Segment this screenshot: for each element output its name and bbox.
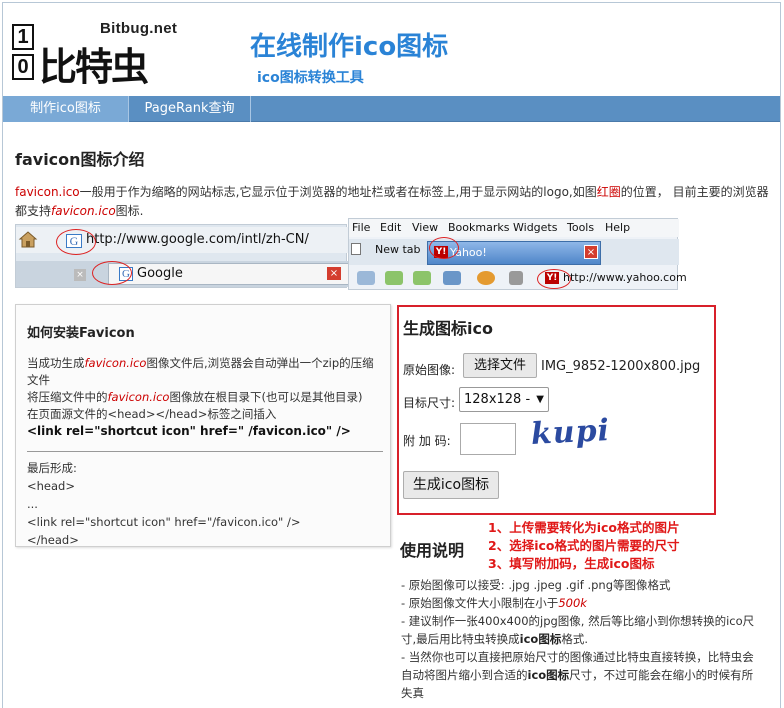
result-line: <head> — [27, 479, 75, 493]
install-title: 如何安装Favicon — [27, 326, 135, 341]
install-result: 最后形成: <head> ... <link rel="shortcut ico… — [27, 459, 383, 549]
size-label: 目标尺寸: — [403, 396, 456, 410]
toolbar: Y! http://www.yahoo.com — [349, 267, 687, 289]
install-steps: 当成功生成favicon.ico图像文件后,浏览器会自动弹出一个zip的压缩文件… — [27, 355, 383, 440]
note-1: - 原始图像可以接受: .jpg .jpeg .gif .png等图像格式 — [401, 578, 671, 592]
highlight-circle — [429, 237, 459, 259]
generator-panel: 生成图标ico 原始图像: 选择文件 IMG_9852-1200x800.jpg… — [397, 305, 716, 515]
install-term: favicon.ico — [84, 356, 147, 370]
menu-view: View — [412, 221, 439, 234]
intro-term: favicon.ico — [15, 185, 80, 199]
install-panel: 如何安装Favicon 当成功生成favicon.ico图像文件后,浏览器会自动… — [15, 304, 391, 547]
usage-title: 使用说明 — [400, 541, 465, 560]
wand-icon — [509, 271, 523, 285]
highlight-circle — [537, 269, 571, 289]
code-label: 附 加 码: — [403, 434, 451, 448]
usage-notes: - 原始图像可以接受: .jpg .jpeg .gif .png等图像格式 - … — [401, 576, 761, 702]
menu-file: File — [352, 221, 371, 234]
result-line: </head> — [27, 533, 79, 547]
note-size-limit: 500k — [558, 596, 587, 610]
source-label: 原始图像: — [403, 363, 456, 377]
google-tab: G Google × — [108, 263, 356, 285]
menu-bookmarks: Bookmarks — [448, 221, 510, 234]
result-label: 最后形成: — [27, 461, 77, 475]
close-icon: × — [584, 245, 598, 259]
file-name: IMG_9852-1200x800.jpg — [541, 359, 701, 374]
install-text: 将压缩文件中的 — [27, 390, 108, 404]
main-nav: 制作ico图标 PageRank查询 — [3, 96, 780, 122]
install-term: favicon.ico — [107, 390, 170, 404]
intro-term-2: favicon.ico — [51, 204, 116, 218]
fast-forward-icon — [443, 271, 461, 285]
home-icon — [18, 231, 38, 248]
intro-heading: favicon图标介绍 — [15, 150, 145, 169]
install-text: 图像放在根目录下(也可以是其他目录) — [169, 390, 363, 404]
intro-text: favicon.ico一般用于作为缩略的网站标志,它显示位于浏览器的地址栏或者在… — [15, 183, 770, 221]
site-logo[interactable]: 1 0 Bitbug.net 比特虫 — [12, 20, 184, 89]
menu-widgets: Widgets — [513, 221, 558, 234]
close-icon: × — [327, 267, 341, 280]
generator-title: 生成图标ico — [403, 319, 493, 338]
google-tab-title: Google — [137, 266, 183, 281]
intro-redcircle: 红圈 — [596, 185, 621, 199]
step-2: 2、选择ico格式的图片需要的尺寸 — [488, 538, 680, 553]
intro-text-1: 一般用于作为缩略的网站标志,它显示位于浏览器的地址栏或者在标签上,用于显示网站的… — [79, 185, 597, 199]
menu-tools: Tools — [567, 221, 595, 234]
back-icon — [385, 271, 403, 285]
note-text: - 原始图像文件大小限制在小于 — [401, 596, 559, 610]
tab-strip: × G Google × — [16, 261, 356, 287]
chevron-down-icon: ▼ — [536, 394, 544, 405]
menu-help: Help — [605, 221, 631, 234]
result-line: <link rel="shortcut icon" href="/favicon… — [27, 515, 301, 529]
logo-name: 比特虫 — [39, 45, 149, 89]
size-select[interactable]: 128x128 - ▼ — [459, 387, 549, 412]
highlight-circle — [92, 261, 132, 285]
rewind-icon — [357, 271, 375, 285]
divider — [27, 451, 383, 452]
install-text: 当成功生成 — [27, 356, 85, 370]
yahoo-url: http://www.yahoo.com — [563, 271, 687, 284]
code-input[interactable] — [460, 423, 516, 455]
site-title: 在线制作ico图标 — [250, 32, 449, 62]
note-text: 格式. — [561, 632, 588, 646]
browser-illustration-right: File Edit View Bookmarks Widgets Tools H… — [348, 218, 687, 290]
install-code: <link rel="shortcut icon" href=" /favico… — [27, 424, 351, 438]
choose-file-button[interactable]: 选择文件 — [463, 353, 537, 378]
site-subtitle: ico图标转换工具 — [257, 70, 364, 86]
generate-button[interactable]: 生成ico图标 — [403, 471, 499, 499]
note-2: - 原始图像文件大小限制在小于500k — [401, 594, 761, 612]
step-1: 1、上传需要转化为ico格式的图片 — [488, 520, 680, 535]
note-3: - 建议制作一张400x400的jpg图像, 然后等比缩小到你想转换的ico尺寸… — [401, 612, 761, 648]
note-term: ico图标 — [519, 632, 562, 646]
intro-text-3: 图标. — [115, 204, 144, 218]
menu-edit: Edit — [380, 221, 402, 234]
captcha-image[interactable]: kupi — [530, 413, 611, 452]
close-icon: × — [74, 269, 86, 281]
logo-digit-0: 0 — [12, 54, 34, 80]
step-3: 3、填写附加码，生成ico图标 — [488, 556, 655, 571]
logo-digit-1: 1 — [12, 24, 34, 50]
forward-icon — [413, 271, 431, 285]
address-url: http://www.google.com/intl/zh-CN/ — [86, 232, 309, 247]
note-term: ico图标 — [527, 668, 570, 682]
highlight-circle — [56, 229, 96, 255]
browser-illustration-left: G http://www.google.com/intl/zh-CN/ × G … — [15, 224, 356, 288]
nav-item-make-ico[interactable]: 制作ico图标 — [3, 96, 129, 122]
logo-domain: Bitbug.net — [100, 20, 178, 37]
tab-strip: New tab Y! Yahoo! × — [349, 239, 679, 265]
install-text: 在页面源文件的<head></head>标签之间插入 — [27, 407, 277, 421]
nav-item-pagerank[interactable]: PageRank查询 — [129, 96, 251, 122]
note-4: - 当然你也可以直接把原始尺寸的图像通过比特虫直接转换，比特虫会自动将图片缩小到… — [401, 648, 761, 702]
reload-icon — [477, 271, 495, 285]
usage-steps: 1、上传需要转化为ico格式的图片 2、选择ico格式的图片需要的尺寸 3、填写… — [488, 519, 679, 573]
new-tab: New tab — [351, 243, 423, 265]
size-select-value: 128x128 - — [464, 392, 531, 407]
result-line: ... — [27, 497, 38, 511]
menu-bar: File Edit View Bookmarks Widgets Tools H… — [349, 219, 679, 237]
